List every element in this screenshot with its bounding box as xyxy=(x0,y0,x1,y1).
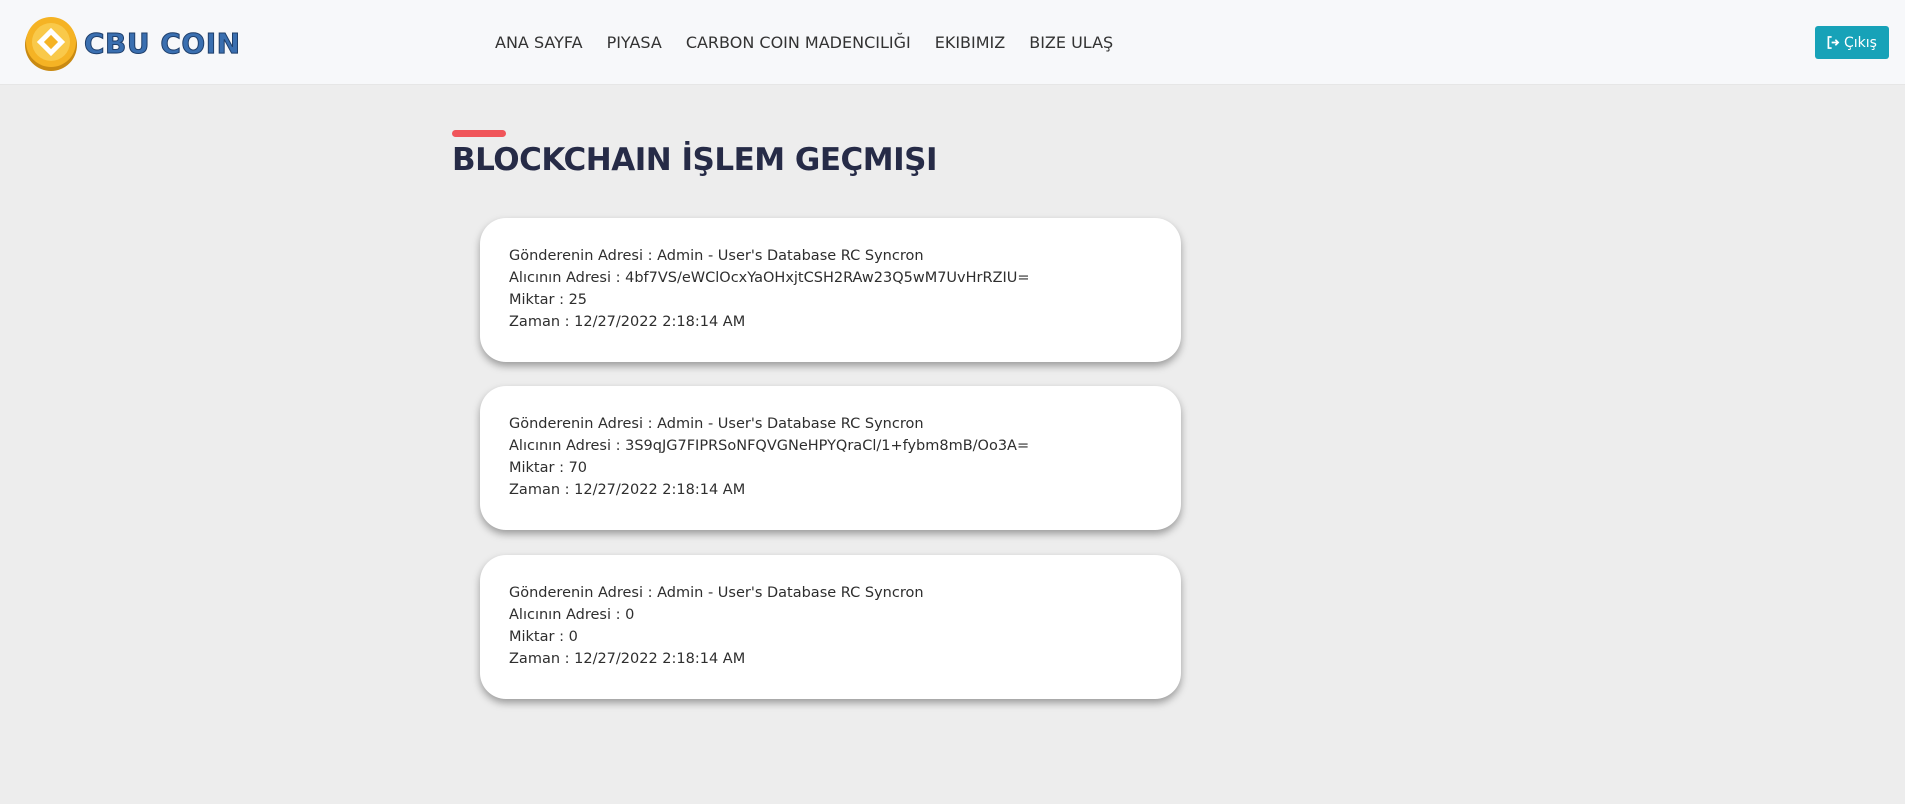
timestamp: Zaman : 12/27/2022 2:18:14 AM xyxy=(509,314,746,330)
main-nav: ANA SAYFA PIYASA CARBON COIN MADENCILIĞI… xyxy=(495,0,1137,85)
coin-icon xyxy=(25,17,77,71)
nav-home[interactable]: ANA SAYFA xyxy=(495,33,583,52)
nav-team[interactable]: EKIBIMIZ xyxy=(935,33,1006,52)
transaction-card: Gönderenin Adresi : Admin - User's Datab… xyxy=(480,555,1181,699)
amount: Miktar : 0 xyxy=(509,629,578,645)
nav-carbon-mining[interactable]: CARBON COIN MADENCILIĞI xyxy=(686,33,911,52)
navbar: CBU COIN ANA SAYFA PIYASA CARBON COIN MA… xyxy=(0,0,1905,85)
logout-label: Çıkış xyxy=(1844,34,1877,51)
receiver-address: Alıcının Adresi : 3S9qJG7FIPRSoNFQVGNeHP… xyxy=(509,438,1030,454)
transaction-card: Gönderenin Adresi : Admin - User's Datab… xyxy=(480,386,1181,530)
transaction-card: Gönderenin Adresi : Admin - User's Datab… xyxy=(480,218,1181,362)
timestamp: Zaman : 12/27/2022 2:18:14 AM xyxy=(509,651,746,667)
sender-address: Gönderenin Adresi : Admin - User's Datab… xyxy=(509,248,924,264)
amount: Miktar : 70 xyxy=(509,460,588,476)
nav-market[interactable]: PIYASA xyxy=(607,33,662,52)
amount: Miktar : 25 xyxy=(509,292,588,308)
brand-logo[interactable]: CBU COIN xyxy=(24,14,241,72)
nav-contact[interactable]: BIZE ULAŞ xyxy=(1029,33,1113,52)
sender-address: Gönderenin Adresi : Admin - User's Datab… xyxy=(509,585,924,601)
timestamp: Zaman : 12/27/2022 2:18:14 AM xyxy=(509,482,746,498)
logout-button[interactable]: Çıkış xyxy=(1815,26,1889,59)
receiver-address: Alıcının Adresi : 0 xyxy=(509,607,635,623)
receiver-address: Alıcının Adresi : 4bf7VS/eWClOcxYaOHxjtC… xyxy=(509,270,1030,286)
sender-address: Gönderenin Adresi : Admin - User's Datab… xyxy=(509,416,924,432)
page-title: BLOCKCHAIN İŞLEM GEÇMIŞI xyxy=(452,142,938,178)
brand-name: CBU COIN xyxy=(84,26,241,60)
title-accent-bar xyxy=(452,130,506,137)
sign-out-icon xyxy=(1827,36,1840,49)
